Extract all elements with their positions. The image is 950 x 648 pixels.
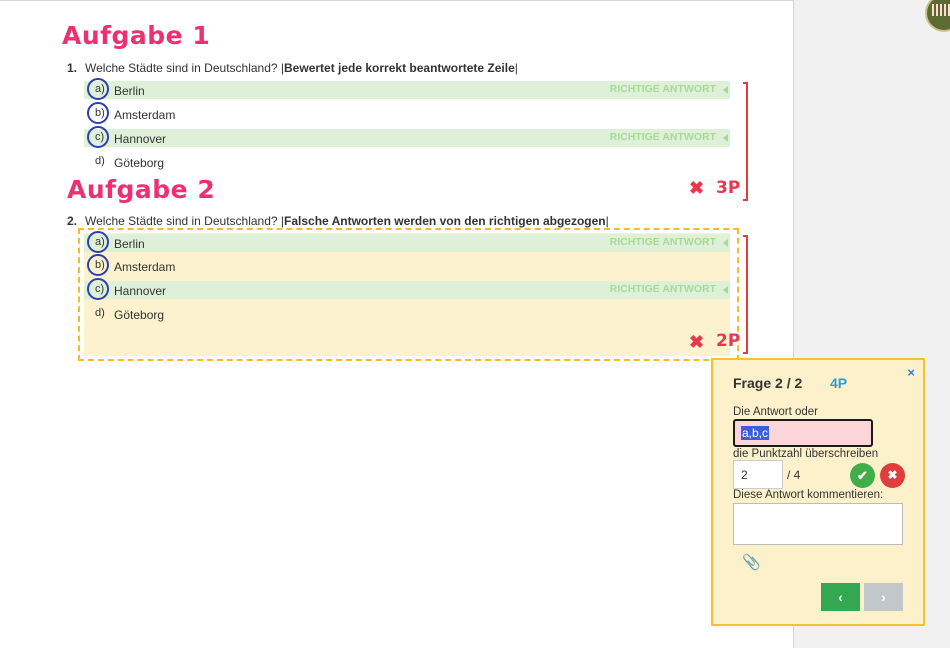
override-label: die Punktzahl überschreiben [733,448,879,460]
question-end: | [514,61,518,75]
caret-left-icon [723,86,728,94]
answer-row-c[interactable]: c) Hannover RICHTIGE ANTWORT [84,129,730,147]
question-end: | [605,214,609,228]
selected-circle-marker [87,126,109,148]
correct-answer-label: RICHTIGE ANTWORT [609,283,716,295]
question-text: Welche Städte sind in Deutschland? | [85,214,285,228]
answer-text: Göteborg [114,308,165,322]
answer-text: Göteborg [114,156,165,170]
selected-circle-marker [87,102,109,124]
answer-text: Amsterdam [114,108,176,122]
score-bracket [743,82,748,201]
caret-left-icon [723,239,728,247]
answer-row-d[interactable]: d) Göteborg [84,153,730,171]
previous-button[interactable]: ‹ [821,583,860,611]
score-bracket [743,235,748,354]
caret-left-icon [723,134,728,142]
answer-row-b[interactable]: b) Amsterdam [84,257,730,275]
panel-title: Frage 2 / 2 [733,375,803,391]
question-text: Welche Städte sind in Deutschland? | [85,61,285,75]
answer-input[interactable]: a,b,c [733,419,873,447]
selected-circle-marker [87,231,109,253]
comment-label: Diese Antwort kommentieren: [733,489,884,501]
wrong-cross-icon: ✖ [689,178,705,198]
task1-heading: Aufgabe 1 [62,21,211,50]
correct-answer-label: RICHTIGE ANTWORT [609,131,716,143]
answer-letter: d) [95,307,105,319]
answer-row-c[interactable]: c) Hannover RICHTIGE ANTWORT [84,281,730,299]
selected-circle-marker [87,78,109,100]
close-icon[interactable]: × [907,365,915,380]
wrong-cross-icon: ✖ [689,332,705,352]
question-hint: Bewertet jede korrekt beantwortete Zeile [284,61,515,75]
next-button[interactable]: › [864,583,903,611]
task2-score: 2P [716,331,741,351]
points-max-label: / 4 [787,468,801,482]
question-2: 2. Welche Städte sind in Deutschland? |Fa… [67,214,609,228]
task1-score: 3P [716,178,741,198]
selected-circle-marker [87,254,109,276]
answer-input-value: a,b,c [741,426,770,440]
paperclip-icon[interactable]: 📎 [742,553,761,571]
reject-icon[interactable]: ✖ [880,463,905,488]
answer-text: Hannover [114,284,167,298]
answer-text: Hannover [114,132,167,146]
answer-row-d[interactable]: d) Göteborg [84,305,730,323]
confirm-icon[interactable]: ✔ [850,463,875,488]
points-input-value: 2 [741,468,748,482]
answer-label: Die Antwort oder [733,406,819,418]
answer-row-a[interactable]: a) Berlin RICHTIGE ANTWORT [84,234,730,252]
question-hint: Falsche Antworten werden von den richtig… [284,214,606,228]
points-input[interactable]: 2 [733,460,783,489]
question-number: 1. [67,61,78,75]
comment-textarea[interactable] [733,503,903,545]
answer-row-a[interactable]: a) Berlin RICHTIGE ANTWORT [84,81,730,99]
answer-row-b[interactable]: b) Amsterdam [84,105,730,123]
question-1: 1. Welche Städte sind in Deutschland? |Be… [67,61,518,75]
answer-text: Amsterdam [114,260,176,274]
max-points: 4P [830,375,848,391]
answer-letter: d) [95,155,105,167]
task2-heading: Aufgabe 2 [67,175,216,204]
page-top-border [0,0,793,1]
question-number: 2. [67,214,78,228]
correct-answer-label: RICHTIGE ANTWORT [609,83,716,95]
caret-left-icon [723,286,728,294]
answer-text: Berlin [114,84,145,98]
answer-text: Berlin [114,237,145,251]
grading-panel: × Frage 2 / 2 4P Die Antwort oder a,b,c … [711,358,925,626]
selected-circle-marker [87,278,109,300]
correct-answer-label: RICHTIGE ANTWORT [609,236,716,248]
